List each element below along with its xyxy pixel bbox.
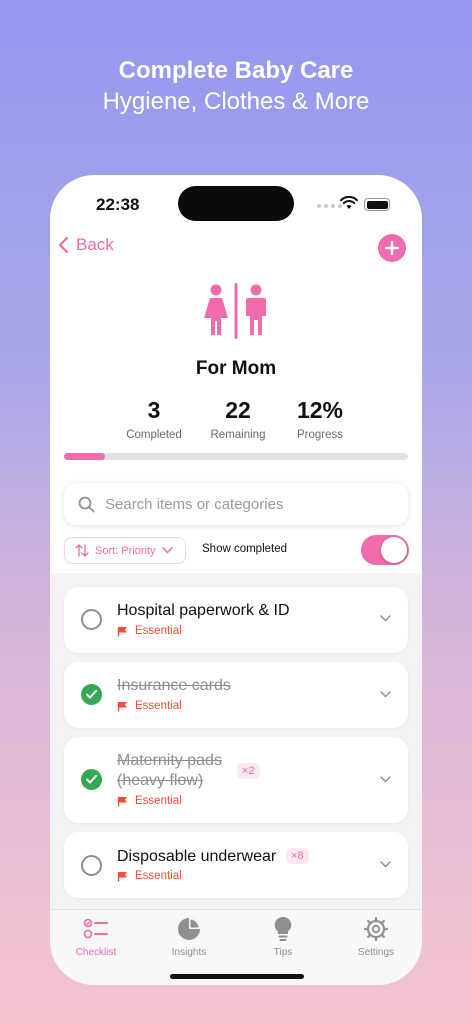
priority-tag: Essential (117, 870, 182, 882)
priority-label: Essential (135, 700, 182, 712)
priority-label: Essential (135, 625, 182, 637)
unchecked-circle-icon[interactable] (81, 609, 102, 630)
item-name-line: Maternity pads (117, 752, 222, 769)
tab-label: Settings (357, 947, 395, 958)
stat-label: Completed (126, 429, 182, 441)
tab-settings[interactable]: Settings (346, 916, 406, 958)
priority-label: Essential (135, 870, 182, 882)
sort-label: Sort: Priority (95, 544, 156, 557)
progress-bar (64, 453, 408, 460)
item-name: Disposable underwear (117, 848, 277, 865)
stat-value: 22 (225, 397, 251, 423)
add-item-button[interactable] (378, 234, 406, 262)
tab-tips[interactable]: Tips (253, 916, 313, 958)
phone-screen: 22:38 Back For Mom 3 Completed 22 Remain… (50, 175, 422, 985)
search-input[interactable]: Search items or categories (64, 483, 408, 525)
list-item[interactable]: Disposable underwear ×8 Essential (64, 832, 408, 898)
checklist-icon (83, 918, 108, 939)
priority-label: Essential (135, 795, 182, 807)
tab-checklist[interactable]: Checklist (66, 916, 126, 958)
lightbulb-icon (274, 916, 292, 941)
back-button[interactable]: Back (58, 235, 114, 255)
progress-fill (64, 453, 106, 460)
quantity-badge: ×2 (237, 763, 260, 779)
promo-headline: Complete Baby Care (118, 57, 354, 84)
stat-label: Remaining (210, 429, 266, 441)
nav-bar: Back (50, 233, 422, 265)
priority-tag: Essential (117, 795, 182, 807)
stat-progress: 12% Progress (275, 397, 365, 441)
plus-icon (385, 241, 399, 255)
stat-value: 12% (296, 397, 344, 423)
signal-icon (317, 204, 342, 208)
battery-icon (364, 198, 390, 211)
home-indicator (170, 974, 304, 979)
tab-label: Insights (171, 947, 207, 958)
list-item[interactable]: Insurance cards Essential (64, 662, 408, 728)
restroom-icon (204, 283, 266, 339)
checklist: Hospital paperwork & ID Essential Insura… (50, 573, 422, 909)
flag-icon (117, 871, 127, 881)
pie-chart-icon (178, 918, 200, 940)
checkmark-circle-icon[interactable] (81, 769, 102, 790)
sort-button[interactable]: Sort: Priority (64, 537, 186, 564)
sort-icon (75, 544, 89, 557)
stat-label: Progress (296, 429, 344, 441)
gear-icon (364, 917, 388, 941)
back-label: Back (76, 235, 114, 254)
tab-insights[interactable]: Insights (159, 916, 219, 958)
promo-header: Complete Baby Care Hygiene, Clothes & Mo… (0, 56, 472, 118)
item-name: Insurance cards (117, 677, 231, 694)
search-icon (78, 496, 95, 512)
item-name: Hospital paperwork & ID (117, 602, 290, 619)
list-item[interactable]: Hospital paperwork & ID Essential (64, 587, 408, 653)
list-item[interactable]: Maternity pads (heavy flow) ×2 Essential (64, 737, 408, 823)
show-completed-label: Show completed (202, 543, 288, 555)
stat-value: 3 (147, 397, 161, 423)
chevron-down-icon[interactable] (380, 776, 391, 783)
tab-bar: Checklist Insights Tips Settings (50, 909, 422, 985)
stat-completed: 3 Completed (109, 397, 199, 441)
stat-remaining: 22 Remaining (193, 397, 283, 441)
unchecked-circle-icon[interactable] (81, 855, 102, 876)
priority-tag: Essential (117, 625, 182, 637)
chevron-down-icon[interactable] (380, 691, 391, 698)
flag-icon (117, 701, 127, 711)
chevron-down-icon[interactable] (380, 615, 391, 622)
tab-label: Tips (273, 947, 293, 958)
chevron-down-icon[interactable] (380, 861, 391, 868)
status-time: 22:38 (96, 195, 140, 214)
chevron-left-icon (58, 236, 69, 254)
priority-tag: Essential (117, 700, 182, 712)
show-completed-toggle[interactable] (361, 535, 409, 565)
flag-icon (117, 626, 127, 636)
checkmark-circle-icon[interactable] (81, 684, 102, 705)
status-bar: 22:38 (50, 175, 422, 229)
dynamic-island (178, 186, 294, 221)
quantity-badge: ×8 (286, 848, 309, 864)
tab-label: Checklist (75, 947, 117, 958)
item-name: Maternity pads (heavy flow) (117, 751, 222, 791)
search-placeholder: Search items or categories (105, 495, 284, 513)
item-name-line: (heavy flow) (117, 772, 204, 789)
page-title: For Mom (195, 358, 277, 379)
wifi-icon (340, 196, 358, 209)
chevron-down-icon (161, 547, 173, 554)
flag-icon (117, 796, 127, 806)
promo-subline: Hygiene, Clothes & More (102, 88, 370, 115)
toggle-knob (381, 537, 407, 563)
